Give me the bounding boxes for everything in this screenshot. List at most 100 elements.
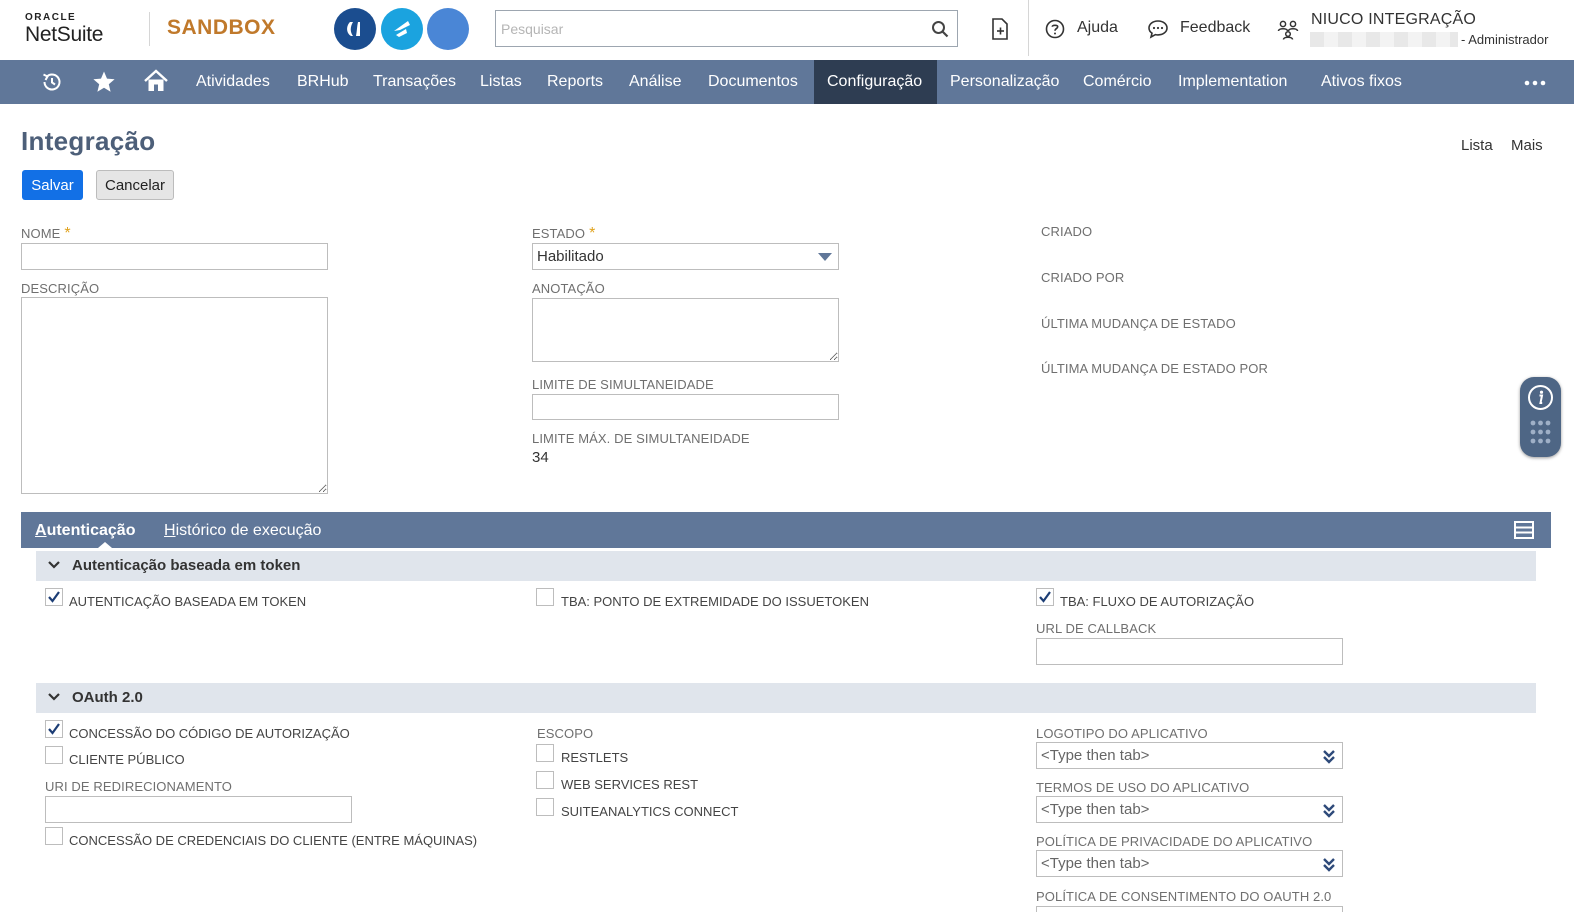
logo-netsuite-text: NetSuite — [25, 23, 104, 46]
more-link[interactable]: Mais — [1511, 137, 1543, 154]
save-button[interactable]: Salvar — [22, 170, 83, 200]
user-role[interactable]: - Administrador — [1461, 32, 1548, 47]
chevron-down-icon[interactable] — [48, 560, 60, 570]
double-chevron-down-icon[interactable] — [1322, 802, 1336, 818]
checkmark-icon — [1039, 591, 1051, 603]
logo-oracle-text: ORACLE — [25, 12, 77, 23]
estado-select[interactable]: Habilitado — [532, 243, 839, 270]
feedback-link[interactable]: Feedback — [1180, 19, 1250, 37]
search-icon[interactable] — [931, 20, 949, 38]
list-link[interactable]: Lista — [1461, 137, 1493, 154]
tab-menu-icon[interactable] — [1514, 521, 1534, 539]
recent-records-icon[interactable] — [990, 18, 1010, 40]
help-icon[interactable] — [1045, 19, 1065, 39]
nav-transacoes[interactable]: Transações — [360, 60, 469, 104]
tab-historico[interactable]: Histórico de execução — [164, 522, 321, 540]
callback-url-input[interactable] — [1036, 638, 1343, 665]
callback-url-label: URL DE CALLBACK — [1036, 621, 1157, 636]
tab-autenticacao[interactable]: Autenticação — [35, 522, 135, 540]
chevron-down-icon[interactable] — [48, 692, 60, 702]
nav-ativos-fixos[interactable]: Ativos fixos — [1308, 60, 1415, 104]
nav-brhub[interactable]: BRHub — [284, 60, 362, 104]
nav-reports[interactable]: Reports — [534, 60, 616, 104]
estado-label: ESTADO * — [532, 225, 595, 243]
tba-label: AUTENTICAÇÃO BASEADA EM TOKEN — [69, 594, 307, 609]
estado-selected-value: Habilitado — [537, 248, 604, 265]
favorites-star-icon[interactable] — [92, 70, 116, 94]
environment-label: SANDBOX — [167, 16, 276, 39]
anotacao-textarea[interactable] — [532, 298, 839, 362]
client-credentials-checkbox[interactable] — [45, 827, 63, 845]
estado-label-text: ESTADO — [532, 226, 586, 241]
app-shortcut-1-icon[interactable] — [334, 8, 376, 50]
more-menu-icon[interactable] — [1524, 80, 1546, 86]
subtab-bar: Autenticação Histórico de execução — [21, 512, 1551, 548]
app-shortcut-2-icon[interactable] — [381, 8, 423, 50]
suiteanalytics-label: SUITEANALYTICS CONNECT — [561, 804, 739, 819]
nome-input[interactable] — [21, 243, 328, 270]
criado-por-label: CRIADO POR — [1041, 270, 1125, 285]
drag-handle-icon[interactable] — [1530, 420, 1551, 444]
consent-policy-input[interactable] — [1036, 906, 1343, 912]
nav-configuracao[interactable]: Configuração — [814, 60, 937, 104]
privacy-policy-input[interactable]: <Type then tab> — [1036, 850, 1343, 877]
rest-web-services-label: WEB SERVICES REST — [561, 777, 699, 792]
nav-comercio[interactable]: Comércio — [1070, 60, 1164, 104]
help-link[interactable]: Ajuda — [1077, 19, 1118, 37]
double-chevron-down-icon[interactable] — [1322, 856, 1336, 872]
recent-history-icon[interactable] — [40, 70, 64, 94]
netsuite-logo[interactable]: ORACLE NetSuite — [25, 12, 103, 47]
suiteanalytics-checkbox[interactable] — [536, 798, 554, 816]
terms-of-use-input[interactable]: <Type then tab> — [1036, 796, 1343, 823]
limite-input[interactable] — [532, 394, 839, 420]
nav-listas[interactable]: Listas — [467, 60, 535, 104]
checkmark-icon — [48, 591, 60, 603]
nome-label: NOME * — [21, 225, 71, 243]
nav-analise[interactable]: Análise — [616, 60, 694, 104]
help-widget[interactable] — [1520, 377, 1561, 457]
app-logo-input[interactable]: <Type then tab> — [1036, 742, 1343, 769]
scope-label: ESCOPO — [537, 726, 594, 741]
privacy-policy-value: <Type then tab> — [1041, 855, 1150, 872]
ultima-mudanca-label: ÚLTIMA MUDANÇA DE ESTADO — [1041, 316, 1236, 331]
auth-code-grant-checkbox[interactable] — [45, 720, 63, 738]
search-input[interactable] — [496, 11, 916, 46]
section-tba-header[interactable]: Autenticação baseada em token — [36, 551, 1536, 581]
nav-implementation[interactable]: Implementation — [1165, 60, 1300, 104]
issuetoken-checkbox[interactable] — [536, 588, 554, 606]
nav-documentos[interactable]: Documentos — [695, 60, 811, 104]
cancel-button[interactable]: Cancelar — [96, 170, 174, 200]
section-oauth-header[interactable]: OAuth 2.0 — [36, 683, 1536, 713]
terms-of-use-label: TERMOS DE USO DO APLICATIVO — [1036, 780, 1250, 795]
feedback-icon[interactable] — [1147, 19, 1169, 39]
anotacao-label: ANOTAÇÃO — [532, 281, 605, 296]
nav-personalizacao[interactable]: Personalização — [937, 60, 1072, 104]
descricao-label: DESCRIÇÃO — [21, 281, 100, 296]
nav-atividades[interactable]: Atividades — [183, 60, 283, 104]
auth-flow-checkbox[interactable] — [1036, 588, 1054, 606]
double-chevron-down-icon[interactable] — [1322, 748, 1336, 764]
rest-web-services-checkbox[interactable] — [536, 771, 554, 789]
terms-of-use-value: <Type then tab> — [1041, 801, 1150, 818]
criado-label: CRIADO — [1041, 224, 1093, 239]
app-logo-label: LOGOTIPO DO APLICATIVO — [1036, 726, 1208, 741]
descricao-textarea[interactable] — [21, 297, 328, 494]
tab-autenticacao-accesskey: A — [35, 522, 47, 539]
required-mark: * — [64, 225, 71, 242]
page-title: Integração — [21, 126, 156, 156]
app-shortcut-3-icon[interactable] — [427, 8, 469, 50]
restlets-checkbox[interactable] — [536, 744, 554, 762]
home-icon[interactable] — [143, 68, 169, 94]
section-tba-title: Autenticação baseada em token — [72, 557, 301, 574]
limite-max-value: 34 — [532, 449, 549, 466]
required-mark: * — [589, 225, 596, 242]
public-client-checkbox[interactable] — [45, 746, 63, 764]
tba-checkbox[interactable] — [45, 588, 63, 606]
redirect-uri-input[interactable] — [45, 796, 352, 823]
chevron-down-icon — [818, 253, 832, 261]
privacy-policy-label: POLÍTICA DE PRIVACIDADE DO APLICATIVO — [1036, 834, 1313, 849]
public-client-label: CLIENTE PÚBLICO — [69, 752, 185, 767]
account-name[interactable]: NIUCO INTEGRAÇÃO — [1311, 11, 1476, 29]
info-icon[interactable] — [1527, 384, 1554, 411]
switch-role-icon[interactable] — [1277, 18, 1299, 40]
